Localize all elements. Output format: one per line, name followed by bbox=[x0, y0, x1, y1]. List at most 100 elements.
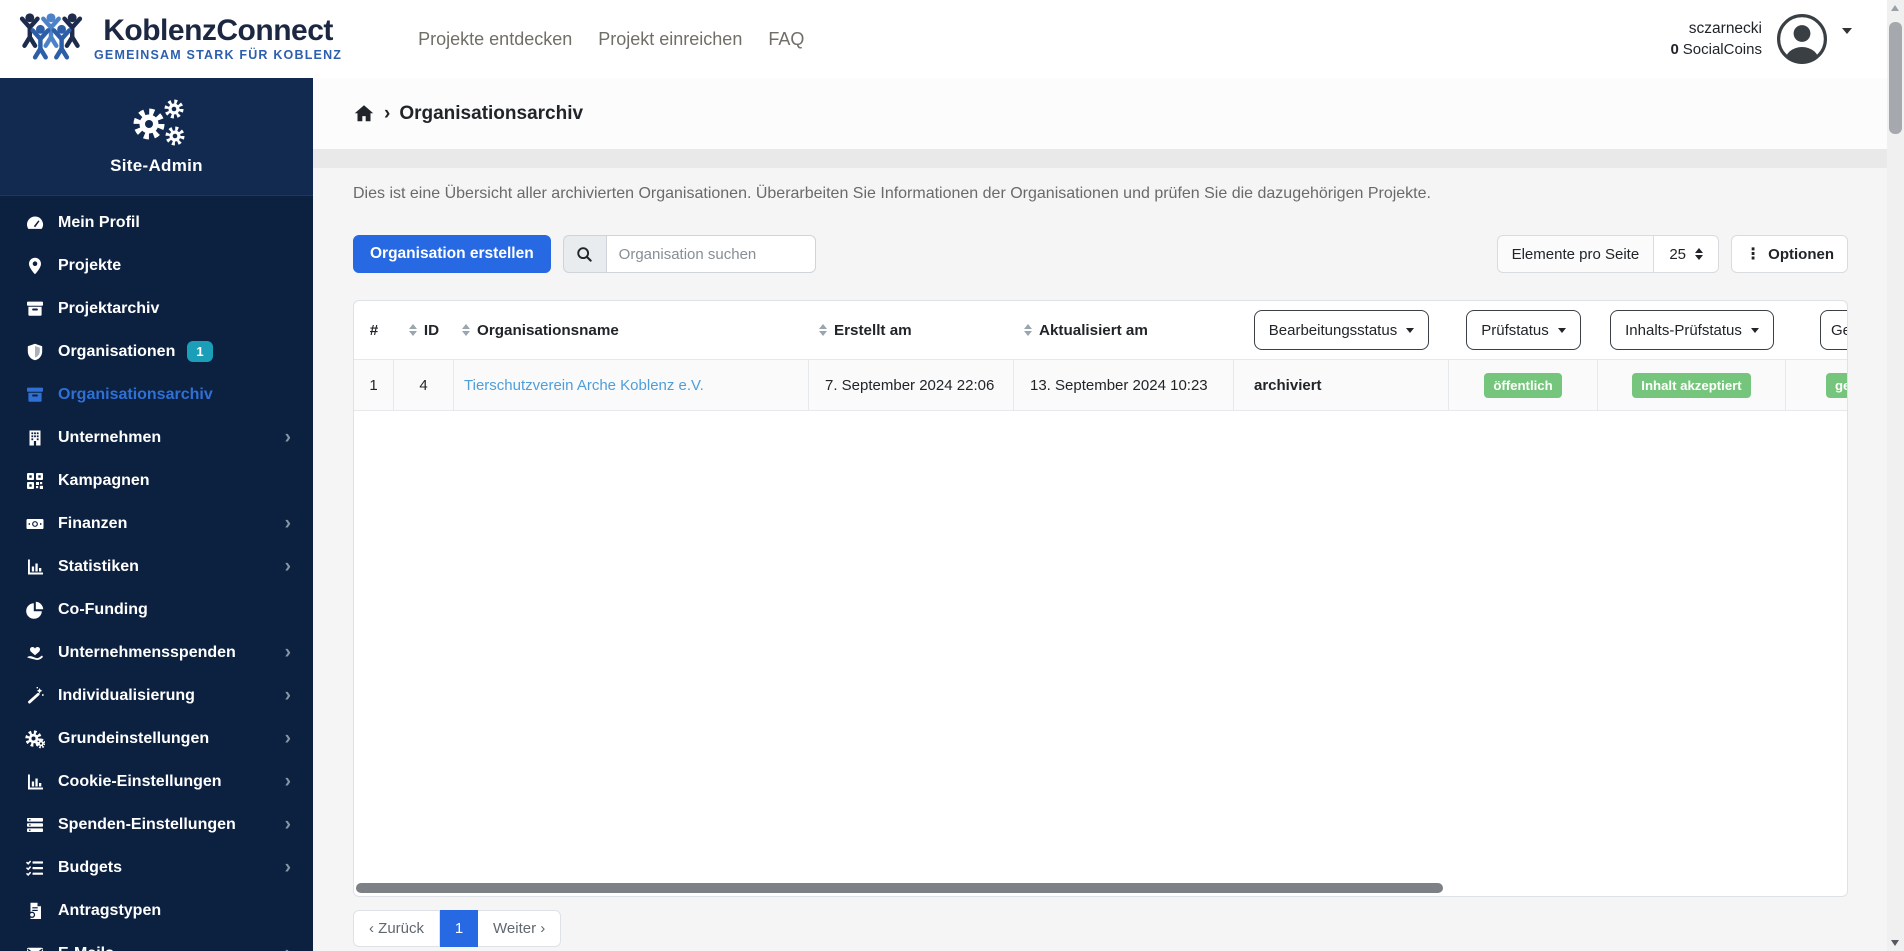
table-row: 1 4 Tierschutzverein Arche Koblenz e.V. … bbox=[354, 359, 1847, 411]
sidebar-item-label: Spenden-Einstellungen bbox=[58, 815, 236, 833]
pie-chart-icon bbox=[25, 600, 45, 620]
sidebar-header: Site-Admin bbox=[0, 78, 313, 196]
sidebar-item-label: Finanzen bbox=[58, 514, 128, 532]
sort-icon[interactable] bbox=[408, 324, 417, 336]
check-status-filter-button[interactable]: Prüfstatus bbox=[1466, 310, 1581, 350]
breadcrumb-separator: › bbox=[384, 102, 391, 124]
list-check-icon bbox=[25, 858, 45, 878]
sidebar-item-finanzen[interactable]: Finanzen › bbox=[0, 502, 313, 545]
column-header-approval-status: Ge bbox=[1786, 301, 1847, 359]
table-header-row: # ID Organisationsname Erstellt am Aktua… bbox=[354, 301, 1847, 359]
sidebar-item-individualisierung[interactable]: Individualisierung › bbox=[0, 674, 313, 717]
column-header-updated[interactable]: Aktualisiert am bbox=[1014, 301, 1234, 359]
sidebar-item-label: Grundeinstellungen bbox=[58, 729, 210, 747]
edit-status-filter-button[interactable]: Bearbeitungsstatus bbox=[1253, 310, 1430, 350]
socialcoins-label: SocialCoins bbox=[1682, 41, 1762, 58]
per-page-select[interactable]: 25 bbox=[1653, 235, 1720, 273]
shield-icon bbox=[25, 342, 45, 362]
sidebar-title: Site-Admin bbox=[110, 155, 203, 175]
dots-vertical-icon: ⋮ bbox=[1745, 246, 1762, 263]
tachometer-icon bbox=[25, 213, 45, 233]
money-icon bbox=[25, 514, 45, 534]
per-page-value: 25 bbox=[1669, 245, 1687, 263]
sidebar-item-projekte[interactable]: Projekte bbox=[0, 244, 313, 287]
building-icon bbox=[25, 428, 45, 448]
create-organisation-button[interactable]: Organisation erstellen bbox=[353, 235, 551, 273]
row-check-status-cell: öffentlich bbox=[1449, 359, 1598, 411]
sidebar-item-kampagnen[interactable]: Kampagnen bbox=[0, 459, 313, 502]
chevron-right-icon: › bbox=[284, 857, 291, 878]
sidebar-item-projektarchiv[interactable]: Projektarchiv bbox=[0, 287, 313, 330]
row-approval-status-cell: gen bbox=[1786, 359, 1847, 411]
sidebar-item-label: Mein Profil bbox=[58, 213, 140, 231]
content-status-filter-button[interactable]: Inhalts-Prüfstatus bbox=[1610, 310, 1774, 350]
per-page-group: Elemente pro Seite 25 bbox=[1496, 235, 1720, 273]
column-header-created[interactable]: Erstellt am bbox=[809, 301, 1014, 359]
user-menu[interactable]: sczarnecki 0 SocialCoins bbox=[1670, 13, 1852, 65]
organisation-link[interactable]: Tierschutzverein Arche Koblenz e.V. bbox=[464, 377, 704, 394]
toolbar-right: Elemente pro Seite 25 ⋮ Optionen bbox=[1496, 235, 1848, 273]
bar-chart-icon bbox=[25, 557, 45, 577]
pagination-next-button[interactable]: Weiter › bbox=[478, 910, 562, 947]
sidebar-item-budgets[interactable]: Budgets › bbox=[0, 846, 313, 889]
row-name-cell: Tierschutzverein Arche Koblenz e.V. bbox=[454, 359, 809, 411]
vertical-scrollbar[interactable] bbox=[1887, 0, 1904, 951]
horizontal-scrollbar[interactable] bbox=[356, 883, 1845, 893]
pagination-prev-button[interactable]: ‹ Zurück bbox=[353, 910, 441, 947]
pagination-page-1-button[interactable]: 1 bbox=[440, 910, 479, 947]
brand-logo[interactable]: KoblenzConnect GEMEINSAM STARK FÜR KOBLE… bbox=[0, 12, 342, 66]
top-header: KoblenzConnect GEMEINSAM STARK FÜR KOBLE… bbox=[0, 0, 1904, 78]
pagination: ‹ Zurück 1 Weiter › bbox=[353, 910, 562, 947]
options-button[interactable]: ⋮ Optionen bbox=[1731, 235, 1848, 273]
chevron-right-icon: › bbox=[284, 427, 291, 448]
sidebar-item-statistiken[interactable]: Statistiken › bbox=[0, 545, 313, 588]
sidebar-item-antragstypen[interactable]: Antragstypen bbox=[0, 889, 313, 932]
username: sczarnecki bbox=[1688, 20, 1762, 37]
sidebar-item-label: Projekte bbox=[58, 256, 122, 274]
chevron-right-icon: › bbox=[284, 513, 291, 534]
sidebar: Site-Admin Mein Profil Projekte Projektarc… bbox=[0, 78, 313, 951]
chevron-right-icon: › bbox=[284, 771, 291, 792]
nav-link-projekt-einreichen[interactable]: Projekt einreichen bbox=[598, 29, 742, 50]
search-group bbox=[562, 235, 816, 273]
column-header-id[interactable]: ID bbox=[394, 301, 454, 359]
column-header-index: # bbox=[369, 321, 379, 339]
sidebar-item-grundeinstellungen[interactable]: Grundeinstellungen › bbox=[0, 717, 313, 760]
sidebar-item-unternehmensspenden[interactable]: Unternehmensspenden › bbox=[0, 631, 313, 674]
sidebar-item-label: Cookie-Einstellungen bbox=[58, 772, 222, 790]
search-input[interactable] bbox=[605, 235, 816, 273]
horizontal-scrollbar-thumb[interactable] bbox=[356, 883, 1443, 893]
sidebar-menu: Mein Profil Projekte Projektarchiv Organisa… bbox=[0, 196, 313, 951]
scroll-down-arrow-icon[interactable] bbox=[1891, 940, 1899, 946]
sidebar-item-label: Organisationsarchiv bbox=[58, 385, 213, 403]
sidebar-item-cookie-einstellungen[interactable]: Cookie-Einstellungen › bbox=[0, 760, 313, 803]
scroll-up-arrow-icon[interactable] bbox=[1891, 5, 1899, 11]
user-text: sczarnecki 0 SocialCoins bbox=[1670, 20, 1762, 58]
column-header-name[interactable]: Organisationsname bbox=[454, 301, 809, 359]
row-edit-status-cell: archiviert bbox=[1234, 359, 1449, 411]
home-icon[interactable] bbox=[353, 103, 375, 124]
sort-icon[interactable] bbox=[819, 324, 827, 336]
sidebar-item-e-mails[interactable]: E-Mails › bbox=[0, 932, 313, 951]
sort-icon[interactable] bbox=[462, 324, 470, 336]
options-button-label: Optionen bbox=[1768, 245, 1834, 263]
row-updated-cell: 13. September 2024 10:23 bbox=[1014, 359, 1234, 411]
row-content-status-cell: Inhalt akzeptiert bbox=[1598, 359, 1786, 411]
nav-link-projekte-entdecken[interactable]: Projekte entdecken bbox=[418, 29, 572, 50]
sort-icon[interactable] bbox=[1024, 324, 1032, 336]
status-badge: gen bbox=[1826, 372, 1847, 398]
avatar-icon[interactable] bbox=[1776, 13, 1828, 65]
status-badge: öffentlich bbox=[1484, 372, 1562, 398]
sidebar-item-label: Statistiken bbox=[58, 557, 139, 575]
sidebar-item-organisationsarchiv[interactable]: Organisationsarchiv bbox=[0, 373, 313, 416]
per-page-label: Elemente pro Seite bbox=[1496, 235, 1654, 273]
vertical-scrollbar-thumb[interactable] bbox=[1889, 22, 1902, 134]
sidebar-item-organisationen[interactable]: Organisationen 1 bbox=[0, 330, 313, 373]
sidebar-item-mein-profil[interactable]: Mein Profil bbox=[0, 201, 313, 244]
chevron-right-icon: › bbox=[284, 642, 291, 663]
approval-status-filter-button[interactable]: Ge bbox=[1820, 310, 1847, 350]
sidebar-item-unternehmen[interactable]: Unternehmen › bbox=[0, 416, 313, 459]
sidebar-item-spenden-einstellungen[interactable]: Spenden-Einstellungen › bbox=[0, 803, 313, 846]
nav-link-faq[interactable]: FAQ bbox=[768, 29, 804, 50]
sidebar-item-co-funding[interactable]: Co-Funding bbox=[0, 588, 313, 631]
